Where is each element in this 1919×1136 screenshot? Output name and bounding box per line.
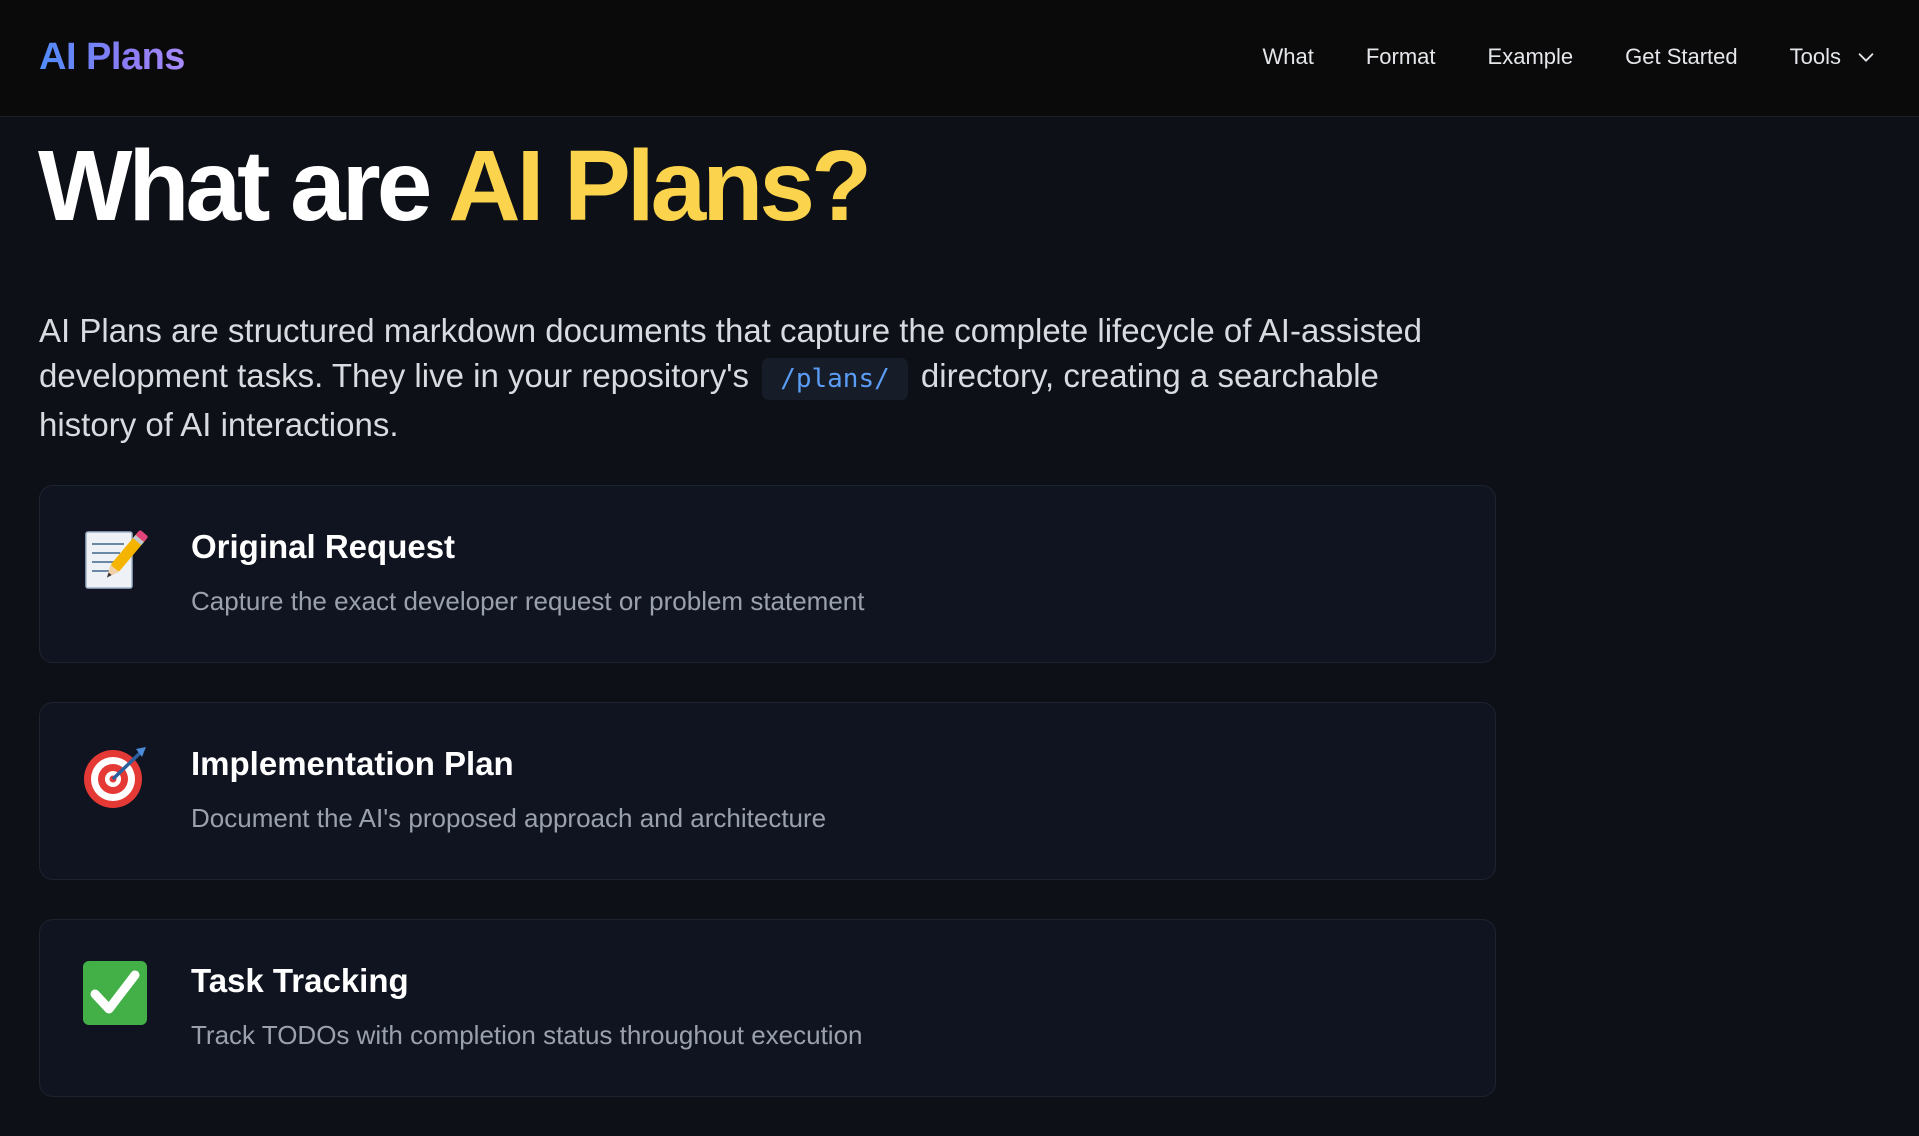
card-title: Task Tracking <box>191 962 409 999</box>
nav-link-example[interactable]: Example <box>1488 40 1574 74</box>
nav-link-label: Get Started <box>1625 44 1738 69</box>
feature-card-original-request: Original Request Capture the exact devel… <box>39 485 1496 663</box>
memo-icon <box>80 524 150 594</box>
brand-logo[interactable]: AI Plans <box>39 34 185 80</box>
check-mark-icon <box>80 958 150 1028</box>
top-nav-bar: AI Plans What Format Example Get Started… <box>0 0 1919 117</box>
feature-card-task-tracking: Task Tracking Track TODOs with completio… <box>39 919 1496 1097</box>
card-description: Document the AI's proposed approach and … <box>191 803 827 833</box>
title-text: What are <box>38 130 449 242</box>
nav-link-get-started[interactable]: Get Started <box>1625 40 1738 74</box>
card-description: Capture the exact developer request or p… <box>191 586 865 616</box>
main-nav: What Format Example Get Started Tools <box>1262 40 1877 74</box>
nav-link-label: Example <box>1487 44 1574 69</box>
nav-link-format[interactable]: Format <box>1366 40 1436 74</box>
feature-cards: Original Request Capture the exact devel… <box>39 485 1496 1136</box>
target-icon <box>80 741 150 811</box>
chevron-down-icon <box>1858 53 1874 62</box>
feature-card-implementation-plan: Implementation Plan Document the AI's pr… <box>39 702 1496 880</box>
page-title: What are AI Plans? <box>38 126 872 246</box>
card-description: Track TODOs with completion status throu… <box>191 1020 863 1050</box>
card-title: Original Request <box>191 528 456 565</box>
card-title: Implementation Plan <box>191 745 514 782</box>
nav-link-what[interactable]: What <box>1262 40 1313 74</box>
nav-dropdown-tools[interactable]: Tools <box>1790 40 1877 74</box>
title-accent-text: AI Plans? <box>448 130 872 242</box>
nav-link-label: Tools <box>1789 44 1841 69</box>
nav-link-label: What <box>1262 44 1314 69</box>
nav-link-label: Format <box>1365 44 1436 69</box>
intro-paragraph: AI Plans are structured markdown documen… <box>39 308 1459 447</box>
plans-directory-code: /plans/ <box>762 358 908 400</box>
